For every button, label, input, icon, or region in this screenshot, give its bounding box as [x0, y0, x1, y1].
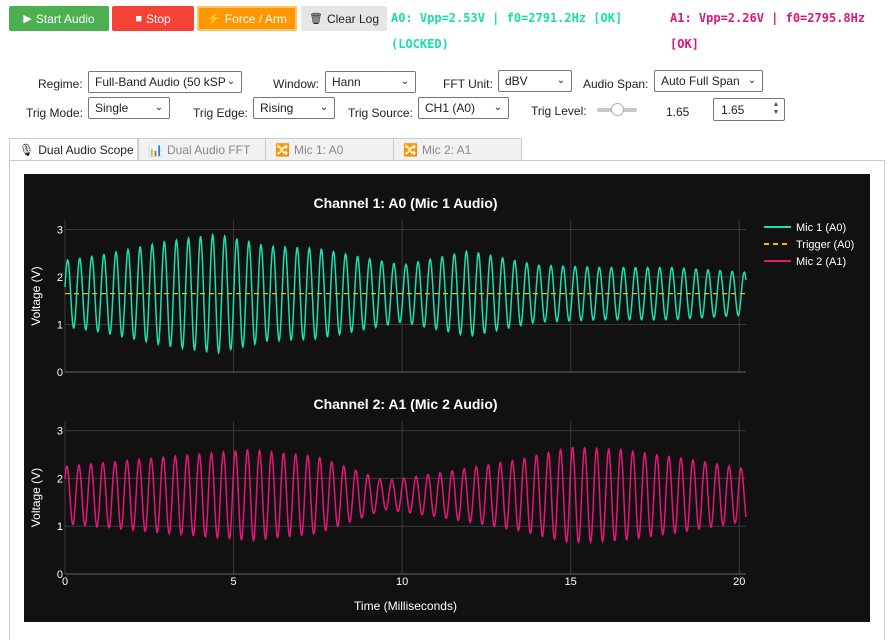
shuffle-icon: 🔀 — [275, 142, 290, 157]
a0-status-line1: A0: Vpp=2.53V | f0=2791.2Hz [OK] — [391, 11, 623, 25]
chevron-down-icon: ⌄ — [746, 74, 758, 88]
force-arm-label: Force / Arm — [224, 11, 287, 26]
tab-dual-audio-fft[interactable]: 📊 Dual Audio FFT — [138, 138, 266, 160]
chevron-down-icon: ⌄ — [225, 75, 237, 89]
channel-2-plot: Channel 2: A1 (Mic 2 Audio) 0 1 2 3 Voltage (… — [29, 396, 747, 613]
clear-log-button[interactable]: 🗑 Clear Log — [301, 6, 387, 31]
trig-source-label: Trig Source: — [348, 106, 413, 120]
regime-label: Regime: — [38, 77, 83, 91]
a1-status-line2: [OK] — [670, 37, 699, 51]
a1-status-line1: A1: Vpp=2.26V | f0=2795.8Hz — [670, 11, 866, 25]
window-select[interactable]: Hann ⌄ — [325, 71, 416, 93]
trig-level-input[interactable]: 1.65 ▲ ▼ — [713, 98, 785, 121]
slider-thumb[interactable] — [610, 103, 624, 116]
stop-icon: ■ — [135, 12, 142, 25]
stop-label: Stop — [145, 11, 171, 26]
y-tick-label: 3 — [57, 426, 63, 438]
trig-edge-select[interactable]: Rising ⌄ — [253, 97, 335, 119]
lightning-icon: ⚡ — [207, 13, 221, 25]
spinner-icon[interactable]: ▲ ▼ — [770, 101, 782, 118]
scope-chart: Channel 1: A0 (Mic 1 Audio) 0 1 2 3 Voltage (… — [24, 174, 870, 622]
stop-button[interactable]: ■ Stop — [112, 6, 194, 31]
y-tick-label: 2 — [57, 272, 63, 284]
tab-mic-1[interactable]: 🔀 Mic 1: A0 — [265, 138, 394, 160]
tab-label: Dual Audio FFT — [166, 142, 251, 157]
y-tick-label: 1 — [57, 521, 63, 533]
audio-span-value: Auto Full Span — [661, 74, 740, 88]
start-audio-label: Start Audio — [35, 11, 95, 26]
y-axis-label: Voltage (V) — [29, 266, 43, 325]
trash-icon: 🗑 — [309, 13, 323, 25]
a0-status: A0: Vpp=2.53V | f0=2791.2Hz [OK] (LOCKED… — [391, 5, 622, 57]
trig-source-select[interactable]: CH1 (A0) ⌄ — [418, 97, 509, 119]
fft-unit-value: dBV — [505, 74, 528, 88]
x-tick-label: 10 — [396, 576, 408, 588]
trig-mode-select[interactable]: Single ⌄ — [88, 97, 170, 119]
x-axis-label: Time (Milliseconds) — [354, 599, 457, 613]
y-tick-label: 0 — [57, 367, 63, 379]
audio-span-select[interactable]: Auto Full Span ⌄ — [654, 70, 763, 92]
regime-value: Full-Band Audio (50 kSP — [95, 75, 226, 89]
microphone-icon: 🎙 — [19, 143, 35, 157]
trig-mode-value: Single — [95, 101, 129, 115]
y-tick-label: 2 — [57, 473, 63, 485]
chevron-down-icon: ⌄ — [318, 101, 330, 115]
tab-dual-audio-scope[interactable]: 🎙 Dual Audio Scope — [9, 138, 138, 161]
legend-item: Trigger (A0) — [796, 239, 854, 251]
x-tick-label: 15 — [565, 576, 577, 588]
trig-mode-label: Trig Mode: — [26, 106, 83, 120]
trig-level-slider[interactable] — [597, 103, 637, 117]
trig-edge-value: Rising — [260, 101, 294, 115]
chart-legend: Mic 1 (A0) Trigger (A0) Mic 2 (A1) — [764, 222, 854, 268]
channel-1-plot: Channel 1: A0 (Mic 1 Audio) 0 1 2 3 Voltage (… — [29, 195, 747, 379]
window-label: Window: — [273, 77, 320, 91]
tab-mic-2[interactable]: 🔀 Mic 2: A1 — [393, 138, 522, 160]
trig-edge-label: Trig Edge: — [193, 106, 248, 120]
y-tick-label: 1 — [57, 320, 63, 332]
trig-level-value: 1.65 — [666, 105, 690, 119]
start-audio-button[interactable]: ▶ Start Audio — [9, 6, 109, 31]
x-tick-label: 5 — [231, 576, 237, 588]
x-tick-label: 20 — [733, 576, 745, 588]
y-tick-label: 3 — [57, 225, 63, 237]
force-arm-button[interactable]: ⚡ Force / Arm — [197, 6, 297, 31]
y-axis-label: Voltage (V) — [29, 468, 43, 527]
audio-span-label: Audio Span: — [583, 77, 649, 91]
bar-chart-icon: 📊 — [148, 142, 163, 157]
chevron-down-icon: ⌄ — [153, 101, 165, 115]
mic-2-trace — [64, 446, 747, 545]
tab-label: Dual Audio Scope — [38, 143, 134, 157]
shuffle-icon: 🔀 — [403, 142, 418, 157]
fft-unit-select[interactable]: dBV ⌄ — [498, 70, 572, 92]
legend-item: Mic 1 (A0) — [796, 222, 846, 234]
trig-level-input-value: 1.65 — [721, 102, 745, 117]
tab-label: Mic 1: A0 — [293, 142, 344, 157]
clear-log-label: Clear Log — [326, 11, 379, 26]
fft-unit-label: FFT Unit: — [443, 77, 493, 91]
chart-title: Channel 2: A1 (Mic 2 Audio) — [313, 396, 497, 412]
legend-item: Mic 2 (A1) — [796, 256, 846, 268]
chevron-down-icon: ⌄ — [399, 75, 411, 89]
a0-status-line2: (LOCKED) — [391, 37, 449, 51]
chart-title: Channel 1: A0 (Mic 1 Audio) — [313, 195, 497, 211]
a1-status: A1: Vpp=2.26V | f0=2795.8Hz [OK] — [670, 5, 865, 57]
regime-select[interactable]: Full-Band Audio (50 kSP ⌄ — [88, 71, 242, 93]
trig-source-value: CH1 (A0) — [425, 101, 476, 115]
play-icon: ▶ — [23, 13, 32, 25]
chevron-down-icon: ⌄ — [555, 74, 567, 88]
tab-label: Mic 2: A1 — [421, 142, 472, 157]
chevron-down-icon: ⌄ — [492, 101, 504, 115]
x-tick-label: 0 — [62, 576, 68, 588]
trig-level-label: Trig Level: — [531, 104, 587, 118]
window-value: Hann — [332, 75, 361, 89]
